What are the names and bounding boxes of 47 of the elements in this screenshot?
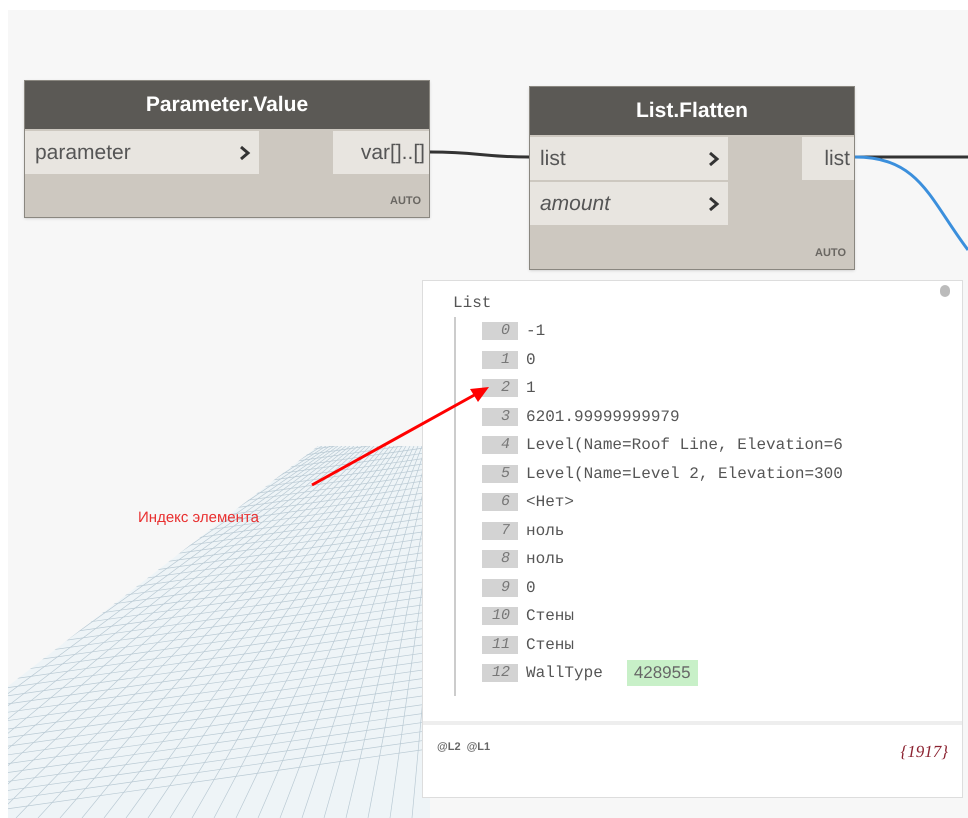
index-label: 0 xyxy=(482,322,518,340)
list-header: List xyxy=(453,293,492,313)
index-label: 11 xyxy=(482,636,518,654)
id-badge: 428955 xyxy=(626,660,698,686)
index-label: 5 xyxy=(482,464,518,483)
node-title: List.Flatten xyxy=(530,87,854,135)
input-port[interactable]: parameter xyxy=(25,131,259,174)
index-label: 4 xyxy=(482,436,518,454)
index-label: 1 xyxy=(482,350,518,369)
level-label: @L1 xyxy=(466,740,490,755)
item-value: ноль xyxy=(526,549,564,570)
index-label: 3 xyxy=(482,408,518,426)
node[interactable]: Parameter.Value parameter var[]..[] AUTO xyxy=(24,80,430,218)
item-value: Стены xyxy=(526,606,574,628)
item-value: 6201.99999999979 xyxy=(526,406,680,428)
chevron-icon xyxy=(708,150,720,166)
input-port[interactable]: list xyxy=(530,137,728,180)
node-title: Parameter.Value xyxy=(25,81,429,129)
index-label: 12 xyxy=(482,664,518,682)
index-label: 2 xyxy=(482,379,518,398)
index-label: 6 xyxy=(482,493,518,512)
item-value: <Нет> xyxy=(526,492,574,514)
item-value: ноль xyxy=(526,520,564,542)
annotation-text: Индекс элемента xyxy=(138,508,259,528)
lacing-label: AUTO xyxy=(390,194,422,208)
index-label: 7 xyxy=(482,522,518,540)
item-value: 0 xyxy=(526,350,536,371)
scrollbar-thumb[interactable] xyxy=(940,285,950,297)
output-port[interactable]: var[]..[] xyxy=(333,131,429,174)
chevron-icon xyxy=(708,196,720,212)
item-count: {1917} xyxy=(900,741,948,763)
item-value: 0 xyxy=(526,578,536,599)
index-label: 10 xyxy=(482,607,518,626)
chevron-icon xyxy=(239,144,251,160)
index-label: 9 xyxy=(482,578,518,597)
item-value: 1 xyxy=(526,378,536,400)
item-value: Level(Name=Level 2, Elevation=300 xyxy=(526,464,843,485)
index-label: 8 xyxy=(482,550,518,568)
item-value: Level(Name=Roof Line, Elevation=6 xyxy=(526,435,843,456)
input-port[interactable]: amount xyxy=(530,182,728,225)
item-value: -1 xyxy=(526,321,546,342)
lacing-label: AUTO xyxy=(815,246,847,260)
node[interactable]: List.Flatten list amount list AUTO xyxy=(529,86,855,270)
item-value: WallType xyxy=(526,663,603,684)
level-label: @L2 xyxy=(437,740,461,755)
output-port[interactable]: list xyxy=(802,137,854,180)
item-value: Стены xyxy=(526,634,574,656)
